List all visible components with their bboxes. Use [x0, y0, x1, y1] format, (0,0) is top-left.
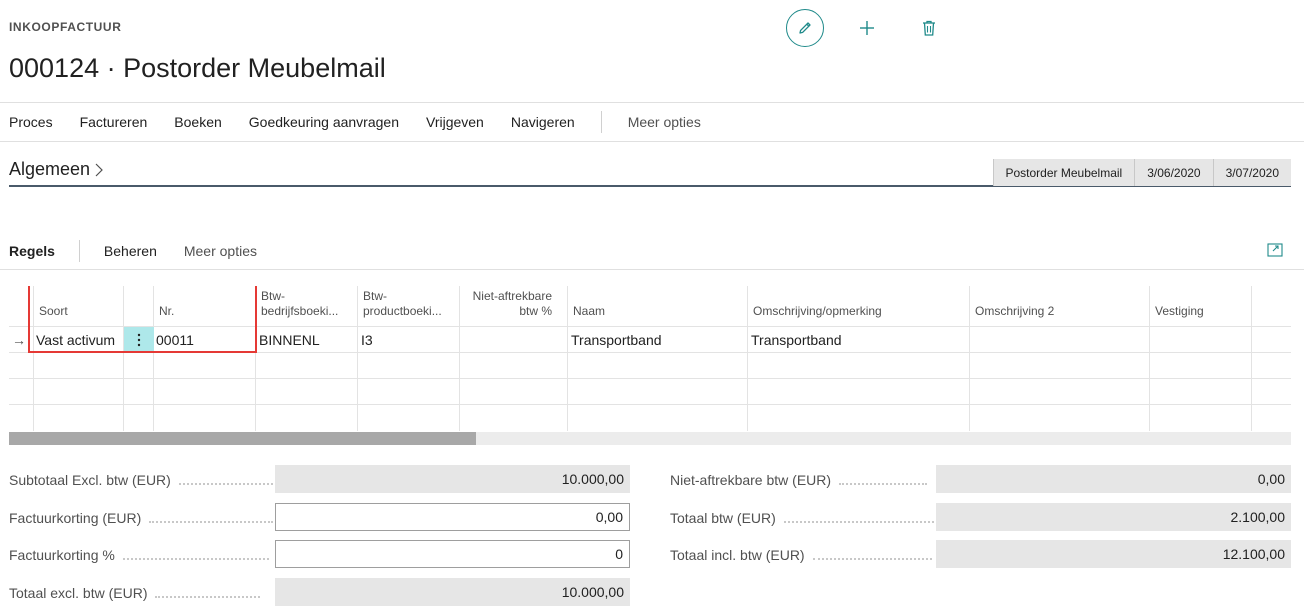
dotted-leader [783, 521, 934, 523]
table-row[interactable] [9, 404, 1291, 430]
chevron-right-icon [95, 163, 103, 176]
action-navigeren[interactable]: Navigeren [511, 114, 575, 130]
row-indicator-arrow-icon: → [12, 332, 26, 348]
lines-more-options[interactable]: Meer opties [184, 243, 257, 259]
cell-soort[interactable]: Vast activum [36, 327, 115, 353]
horizontal-scrollbar[interactable] [9, 432, 1291, 445]
lines-manage[interactable]: Beheren [104, 243, 157, 259]
total-vat-label: Totaal btw (EUR) [670, 504, 934, 532]
lines-divider [78, 239, 80, 262]
invoice-discount-input[interactable]: 0,00 [275, 503, 630, 531]
non-deductible-vat-label-text: Niet-aftrekbare btw (EUR) [670, 472, 832, 488]
dotted-leader [812, 558, 932, 560]
total-excl-label: Totaal excl. btw (EUR) [9, 579, 261, 607]
dotted-leader [839, 483, 928, 485]
subtotal-label-text: Subtotaal Excl. btw (EUR) [9, 472, 171, 488]
expand-icon[interactable] [1267, 243, 1283, 257]
general-section-title: Algemeen [9, 159, 91, 179]
cell-omschrijving[interactable]: Transportband [751, 327, 842, 353]
total-vat-value: 2.100,00 [936, 503, 1291, 531]
table-row[interactable] [9, 352, 1291, 378]
col-header-soort[interactable]: Soort [39, 304, 68, 319]
col-header-gen-bus-line2: bedrijfsboeki... [261, 304, 339, 318]
col-header-non-deductible[interactable]: Niet-aftrekbare btw % [461, 289, 552, 319]
action-more-options[interactable]: Meer opties [628, 114, 701, 130]
cell-nr[interactable]: 00011 [156, 327, 194, 353]
summary-due-date: 3/07/2020 [1212, 159, 1291, 186]
cell-gen-prod-posting[interactable]: I3 [361, 327, 373, 353]
dotted-leader [149, 521, 274, 523]
lines-actionbar: Regels Beheren Meer opties [0, 232, 1304, 270]
action-proces[interactable]: Proces [9, 114, 53, 130]
invoice-discount-pct-label: Factuurkorting % [9, 541, 269, 569]
page-title: 000124 · Postorder Meubelmail [9, 53, 386, 83]
invoice-discount-label: Factuurkorting (EUR) [9, 504, 274, 532]
col-header-gen-prod-posting[interactable]: Btw- productboeki... [363, 289, 442, 319]
lines-title[interactable]: Regels [9, 243, 55, 259]
general-summary: Postorder Meubelmail 3/06/2020 3/07/2020 [992, 159, 1291, 186]
action-bar-divider [600, 111, 602, 133]
col-header-gen-bus-line1: Btw- [261, 289, 285, 303]
general-section-header[interactable]: Algemeen [9, 159, 104, 180]
non-deductible-vat-value: 0,00 [936, 465, 1291, 493]
total-incl-value: 12.100,00 [936, 540, 1291, 568]
col-header-non-deductible-line2: btw % [519, 304, 552, 318]
table-row[interactable] [9, 378, 1291, 404]
total-vat-label-text: Totaal btw (EUR) [670, 510, 776, 526]
col-header-gen-prod-line1: Btw- [363, 289, 387, 303]
total-excl-value: 10.000,00 [275, 578, 630, 606]
row-actions-button[interactable] [124, 327, 154, 353]
action-goedkeuring-aanvragen[interactable]: Goedkeuring aanvragen [249, 114, 399, 130]
summary-document-date: 3/06/2020 [1134, 159, 1213, 186]
pencil-icon [799, 22, 811, 34]
col-header-gen-prod-line2: productboeki... [363, 304, 442, 318]
scrollbar-thumb[interactable] [9, 432, 476, 445]
more-vertical-icon [137, 333, 141, 347]
dotted-leader [155, 596, 261, 598]
action-vrijgeven[interactable]: Vrijgeven [426, 114, 484, 130]
total-incl-label: Totaal incl. btw (EUR) [670, 541, 932, 569]
col-header-non-deductible-line1: Niet-aftrekbare [472, 289, 552, 303]
col-header-omschrijving-2[interactable]: Omschrijving 2 [975, 304, 1054, 319]
col-header-gen-bus-posting[interactable]: Btw- bedrijfsboeki... [261, 289, 338, 319]
top-actions [786, 8, 948, 48]
col-header-vestiging[interactable]: Vestiging [1155, 304, 1204, 319]
plus-icon [860, 21, 874, 35]
new-button[interactable] [848, 9, 886, 47]
dotted-leader [122, 558, 269, 560]
col-header-nr[interactable]: Nr. [159, 304, 174, 319]
total-incl-label-text: Totaal incl. btw (EUR) [670, 547, 805, 563]
action-factureren[interactable]: Factureren [80, 114, 148, 130]
cell-gen-bus-posting[interactable]: BINNENL [259, 327, 320, 353]
dotted-leader [178, 483, 277, 485]
cell-naam[interactable]: Transportband [571, 327, 662, 353]
action-bar: Proces Factureren Boeken Goedkeuring aan… [0, 102, 1304, 142]
summary-vendor: Postorder Meubelmail [992, 159, 1135, 186]
page-caption: INKOOPFACTUUR [9, 20, 122, 34]
edit-button[interactable] [786, 9, 824, 47]
invoice-discount-label-text: Factuurkorting (EUR) [9, 510, 142, 526]
invoice-discount-pct-input[interactable]: 0 [275, 540, 630, 568]
non-deductible-vat-label: Niet-aftrekbare btw (EUR) [670, 466, 928, 494]
trash-icon [923, 20, 935, 36]
subtotal-label: Subtotaal Excl. btw (EUR) [9, 466, 277, 494]
delete-button[interactable] [910, 9, 948, 47]
total-excl-label-text: Totaal excl. btw (EUR) [9, 585, 148, 601]
subtotal-value: 10.000,00 [275, 465, 630, 493]
action-boeken[interactable]: Boeken [174, 114, 221, 130]
table-row[interactable]: → Vast activum 00011 BINNENL I3 Transpor… [9, 326, 1291, 353]
col-header-naam[interactable]: Naam [573, 304, 605, 319]
lines-grid: Soort Nr. Btw- bedrijfsboeki... Btw- pro… [9, 286, 1291, 431]
invoice-discount-pct-label-text: Factuurkorting % [9, 547, 115, 563]
col-header-omschrijving[interactable]: Omschrijving/opmerking [753, 304, 882, 319]
